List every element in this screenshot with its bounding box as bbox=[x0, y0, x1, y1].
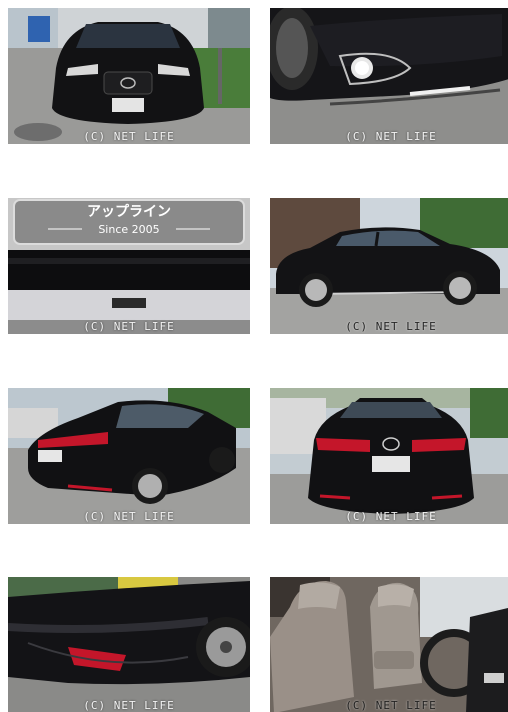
plate-text: Since 2005 bbox=[98, 223, 159, 236]
watermark: (C) NET LIFE bbox=[83, 130, 175, 143]
interior-image bbox=[270, 577, 508, 712]
watermark: (C) NET LIFE bbox=[83, 699, 175, 712]
side-view-image bbox=[270, 198, 508, 334]
photo-rear-bumper[interactable]: (C) NET LIFE bbox=[8, 577, 250, 712]
watermark: (C) NET LIFE bbox=[345, 510, 437, 523]
plate-detail-image: アップライン Since 2005 bbox=[8, 198, 250, 334]
watermark: (C) NET LIFE bbox=[345, 320, 437, 333]
photo-gallery: (C) NET LIFE (C) NET LIFE アップライン Since 2… bbox=[0, 0, 508, 712]
photo-rear-three-quarter[interactable]: (C) NET LIFE bbox=[8, 388, 250, 524]
rear-three-quarter-image bbox=[8, 388, 250, 524]
front-bumper-image bbox=[270, 8, 508, 144]
photo-interior[interactable]: (C) NET LIFE bbox=[270, 577, 508, 712]
watermark: (C) NET LIFE bbox=[345, 699, 437, 712]
watermark: (C) NET LIFE bbox=[345, 130, 437, 143]
photo-rear-view[interactable]: (C) NET LIFE bbox=[270, 388, 508, 524]
svg-text:アップライン: アップライン bbox=[87, 204, 171, 220]
photo-plate-detail[interactable]: アップライン Since 2005 (C) NET LIFE bbox=[8, 198, 250, 334]
watermark: (C) NET LIFE bbox=[83, 510, 175, 523]
photo-side-view[interactable]: (C) NET LIFE bbox=[270, 198, 508, 334]
photo-front-bumper[interactable]: (C) NET LIFE bbox=[270, 8, 508, 144]
rear-bumper-image bbox=[8, 577, 250, 712]
rear-view-image bbox=[270, 388, 508, 524]
photo-front-view[interactable]: (C) NET LIFE bbox=[8, 8, 250, 144]
front-view-image bbox=[8, 8, 250, 144]
watermark: (C) NET LIFE bbox=[83, 320, 175, 333]
